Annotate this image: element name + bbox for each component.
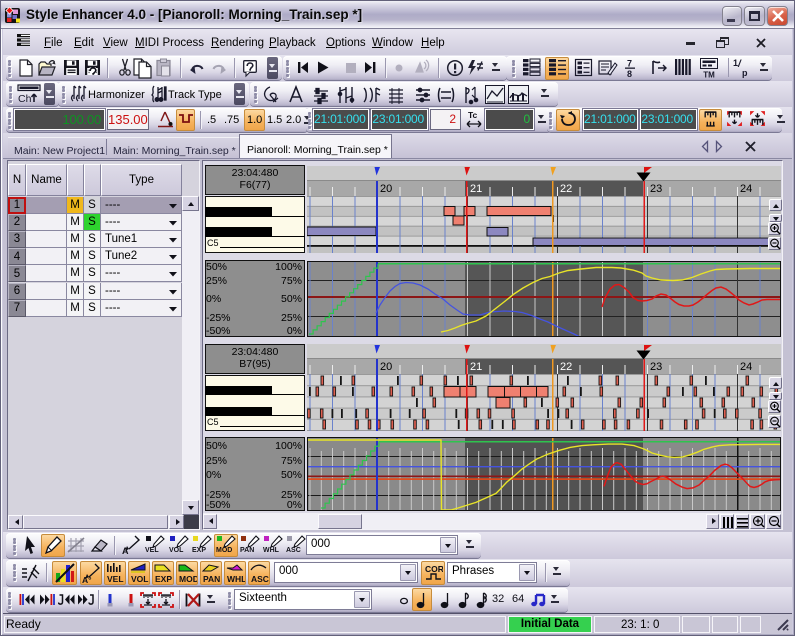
svg-text:23: 23 bbox=[650, 183, 662, 195]
svg-text:22: 22 bbox=[560, 183, 572, 195]
svg-text:TM: TM bbox=[703, 71, 715, 80]
svg-text:A: A bbox=[122, 546, 129, 555]
svg-text:21: 21 bbox=[470, 183, 482, 195]
svg-text:1: 1 bbox=[733, 58, 738, 68]
svg-text:21: 21 bbox=[470, 361, 482, 373]
svg-text:A°: A° bbox=[82, 575, 92, 584]
svg-text:MOD: MOD bbox=[179, 574, 197, 584]
svg-text:23: 23 bbox=[650, 361, 662, 373]
svg-text:PAN: PAN bbox=[203, 574, 220, 584]
svg-text:8: 8 bbox=[627, 69, 632, 79]
svg-text:24: 24 bbox=[740, 183, 752, 195]
svg-text:20: 20 bbox=[380, 183, 392, 195]
svg-text:Ch: Ch bbox=[18, 93, 32, 104]
svg-text:24: 24 bbox=[740, 361, 752, 373]
svg-text:22: 22 bbox=[560, 361, 572, 373]
svg-text:COR: COR bbox=[425, 564, 443, 574]
svg-text:ASC: ASC bbox=[251, 574, 269, 584]
svg-text:7: 7 bbox=[627, 59, 632, 69]
svg-text:VEL: VEL bbox=[107, 574, 124, 584]
svg-text:WHL: WHL bbox=[227, 574, 245, 584]
svg-text:20: 20 bbox=[380, 361, 392, 373]
svg-text:VOL: VOL bbox=[131, 574, 148, 584]
svg-text:p: p bbox=[742, 68, 748, 78]
svg-text:Tc: Tc bbox=[468, 110, 478, 120]
svg-text:EXP: EXP bbox=[155, 574, 172, 584]
